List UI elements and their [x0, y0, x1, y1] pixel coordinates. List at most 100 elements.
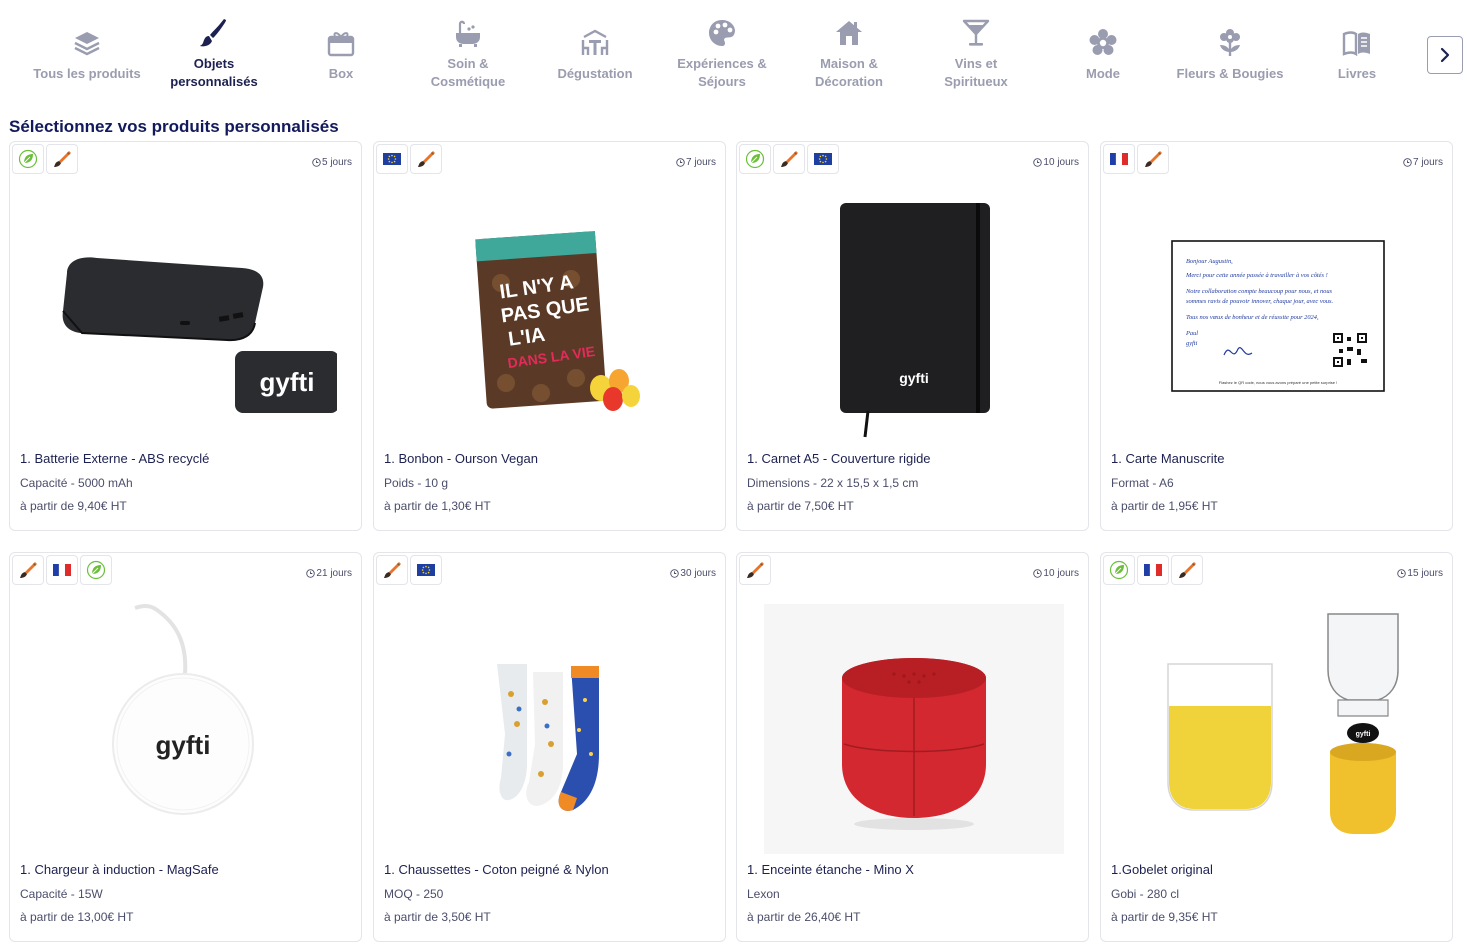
category-tab-5[interactable]: Expériences & Séjours	[659, 16, 785, 96]
clock-icon	[312, 158, 321, 167]
delivery-delay-text: 7 jours	[685, 157, 716, 168]
product-badge	[376, 144, 408, 174]
product-name[interactable]: 1. Batterie Externe - ABS recyclé	[20, 451, 209, 466]
cocktail-glass-icon	[959, 16, 993, 50]
product-spec: Capacité - 5000 mAh	[20, 476, 133, 490]
product-badge	[1137, 144, 1169, 174]
eu-flag-icon	[383, 153, 401, 165]
svg-text:gyfti: gyfti	[155, 730, 210, 760]
svg-text:Merci pour cette année passée: Merci pour cette année passée à travaill…	[1185, 272, 1328, 279]
product-badge	[46, 144, 78, 174]
clock-icon	[306, 569, 316, 578]
product-card[interactable]: 10 jours gyfti 1. Carnet A5 - Couverture…	[736, 141, 1089, 531]
product-badge	[80, 555, 112, 585]
category-tab-3[interactable]: Soin & Cosmétique	[405, 16, 531, 96]
product-spec: Gobi - 280 cl	[1111, 887, 1180, 901]
category-tab-0[interactable]: Tous les produits	[24, 16, 150, 96]
eu-flag-icon	[814, 153, 832, 165]
custom-brush-icon	[54, 151, 71, 167]
svg-text:gyfti: gyfti	[1355, 731, 1370, 738]
powerbank-image: gyfti	[61, 257, 337, 413]
wireless-charger-image: gyfti	[111, 604, 254, 815]
custom-brush-icon	[384, 562, 401, 578]
clock-icon	[1033, 158, 1043, 167]
palette-icon	[705, 16, 739, 50]
product-card[interactable]: 15 jours gyfti 1.Gobelet original Gobi - …	[1100, 552, 1453, 942]
category-tab-10[interactable]: Livres	[1294, 16, 1420, 96]
product-card[interactable]: 7 jours Bonjour Augustin, Merci pour cet…	[1100, 141, 1453, 531]
product-image[interactable]: gyfti	[10, 599, 361, 859]
product-card[interactable]: 7 jours IL N'Y A PAS QUE L'IA DANS LA VI…	[373, 141, 726, 531]
svg-text:gyfti: gyfti	[259, 367, 314, 397]
eco-leaf-icon	[86, 560, 106, 580]
product-name[interactable]: 1. Enceinte étanche - Mino X	[747, 862, 914, 877]
delivery-delay-text: 21 jours	[316, 568, 352, 579]
delivery-delay: 5 jours	[312, 157, 352, 168]
eu-flag-icon	[417, 564, 435, 576]
delivery-delay: 30 jours	[670, 568, 716, 579]
france-flag-icon	[53, 563, 71, 577]
category-tab-9[interactable]: Fleurs & Bougies	[1167, 16, 1293, 96]
product-image[interactable]	[737, 599, 1088, 859]
delivery-delay-text: 10 jours	[1043, 568, 1079, 579]
product-name[interactable]: 1. Chargeur à induction - MagSafe	[20, 862, 219, 877]
category-tab-4[interactable]: Dégustation	[532, 16, 658, 96]
category-tab-1[interactable]: Objets personnalisés	[151, 16, 277, 96]
category-label: Dégustation	[557, 66, 633, 81]
product-spec: Capacité - 15W	[20, 887, 103, 901]
category-tab-2[interactable]: Box	[278, 16, 404, 96]
product-price: à partir de 9,40€ HT	[20, 499, 127, 513]
custom-brush-icon	[1179, 562, 1196, 578]
product-image[interactable]	[374, 599, 725, 859]
layers-icon	[70, 26, 104, 60]
category-bar: Tous les produits Objets personnalisés Box…	[0, 0, 1467, 100]
product-image[interactable]: gyfti	[1101, 599, 1452, 859]
custom-brush-icon	[781, 151, 798, 167]
product-image[interactable]: gyfti	[737, 188, 1088, 448]
category-label: Objets personnalisés	[170, 56, 258, 89]
house-icon	[832, 16, 866, 50]
product-price: à partir de 13,00€ HT	[20, 910, 134, 924]
badge-row	[376, 144, 442, 174]
category-label: Mode	[1086, 66, 1120, 81]
notebook-image: gyfti	[839, 203, 990, 438]
product-badge	[376, 555, 408, 585]
product-image[interactable]: gyfti	[10, 188, 361, 448]
product-spec: Poids - 10 g	[384, 476, 449, 490]
product-name[interactable]: 1. Carte Manuscrite	[1111, 451, 1224, 466]
next-categories-button[interactable]	[1427, 36, 1463, 74]
product-name[interactable]: 1. Bonbon - Ourson Vegan	[384, 451, 538, 466]
delivery-delay: 10 jours	[1033, 157, 1079, 168]
eco-leaf-icon	[18, 149, 38, 169]
product-price: à partir de 9,35€ HT	[1111, 910, 1218, 924]
product-badge	[1103, 144, 1135, 174]
product-price: à partir de 1,95€ HT	[1111, 499, 1218, 513]
category-tab-7[interactable]: Vins et Spiritueux	[913, 16, 1039, 96]
category-label: Expériences & Séjours	[677, 56, 767, 89]
product-badge	[739, 555, 771, 585]
delivery-delay: 15 jours	[1397, 568, 1443, 579]
delivery-delay-text: 5 jours	[321, 157, 352, 168]
category-tab-8[interactable]: Mode	[1040, 16, 1166, 96]
product-price: à partir de 26,40€ HT	[747, 910, 861, 924]
product-card[interactable]: 30 jours 1. Chaussettes - Coton peigné &…	[373, 552, 726, 942]
product-card[interactable]: 5 jours gyfti 1. Batterie Externe - ABS …	[9, 141, 362, 531]
chevron-right-icon	[1440, 47, 1450, 63]
product-name[interactable]: 1.Gobelet original	[1111, 862, 1213, 877]
product-image[interactable]: Bonjour Augustin, Merci pour cette année…	[1101, 188, 1452, 448]
product-image[interactable]: IL N'Y A PAS QUE L'IA DANS LA VIE	[374, 188, 725, 448]
product-name[interactable]: 1. Chaussettes - Coton peigné & Nylon	[384, 862, 609, 877]
delivery-delay-text: 15 jours	[1407, 568, 1443, 579]
delivery-delay-text: 7 jours	[1412, 157, 1443, 168]
delivery-delay: 7 jours	[1403, 157, 1443, 168]
product-card[interactable]: 10 jours 1. Enceinte étanche - Mino X Lex…	[736, 552, 1089, 942]
cups-image: gyfti	[1166, 613, 1399, 834]
product-card[interactable]: 21 jours gyfti 1. Chargeur à induction -…	[9, 552, 362, 942]
badge-row	[739, 555, 771, 585]
product-name[interactable]: 1. Carnet A5 - Couverture rigide	[747, 451, 931, 466]
category-label: Fleurs & Bougies	[1176, 66, 1284, 81]
flower-icon	[1213, 26, 1247, 60]
custom-brush-icon	[418, 151, 435, 167]
category-tab-6[interactable]: Maison & Décoration	[786, 16, 912, 96]
product-badge	[12, 144, 44, 174]
